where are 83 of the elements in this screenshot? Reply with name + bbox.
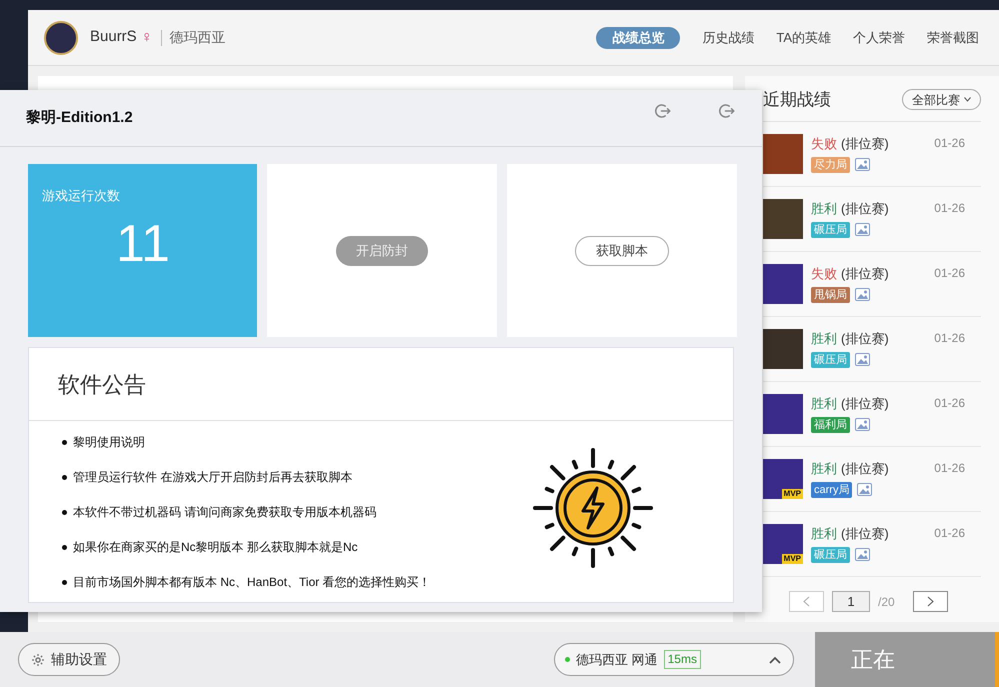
match-date: 01-26 xyxy=(934,460,965,477)
page-number[interactable]: 1 xyxy=(832,591,870,612)
next-page-button[interactable] xyxy=(912,591,948,612)
ping-value: 15ms xyxy=(664,650,701,669)
player-name: BuurrS xyxy=(90,27,137,48)
action-button[interactable]: 获取脚本 xyxy=(575,236,669,266)
gear-icon xyxy=(31,652,45,666)
bullet-icon xyxy=(62,580,67,584)
exit-icon[interactable] xyxy=(718,102,736,120)
image-icon[interactable] xyxy=(855,223,870,236)
nav-tab[interactable]: 个人荣誉 xyxy=(853,28,905,48)
match-result: 失败 xyxy=(811,265,837,283)
notice-item: 如果你在商家买的是Nc黎明版本 那么获取脚本就是Nc xyxy=(73,539,358,556)
hero-portrait xyxy=(763,394,803,434)
prev-page-button[interactable] xyxy=(789,591,824,612)
image-icon[interactable] xyxy=(855,158,870,171)
image-icon[interactable] xyxy=(855,288,870,301)
match-date: 01-26 xyxy=(934,395,965,412)
gender-symbol: ♀ xyxy=(140,28,153,48)
chevron-left-icon xyxy=(803,596,810,607)
settings-button[interactable]: 辅助设置 xyxy=(18,643,120,676)
nav-tab[interactable]: 荣誉截图 xyxy=(927,28,979,48)
match-result: 胜利 xyxy=(811,330,837,348)
match-date: 01-26 xyxy=(934,330,965,347)
hero-portrait xyxy=(763,199,803,239)
recent-title: 近期战绩 xyxy=(763,88,831,111)
match-date: 01-26 xyxy=(934,135,965,152)
notice-item: 黎明使用说明 xyxy=(73,434,145,451)
mvp-badge: MVP xyxy=(782,554,803,564)
hero-portrait xyxy=(763,329,803,369)
match-mode: (排位赛) xyxy=(841,460,889,478)
stat-value: 11 xyxy=(116,218,171,270)
hero-portrait xyxy=(763,264,803,304)
server-status-pill[interactable]: 德玛西亚 网通 15ms xyxy=(554,643,794,676)
nav-tab[interactable]: TA的英雄 xyxy=(776,28,831,48)
match-mode: (排位赛) xyxy=(841,330,889,348)
image-icon[interactable] xyxy=(855,418,870,431)
match-tag: 尽力局 xyxy=(811,156,850,172)
match-mode: (排位赛) xyxy=(841,525,889,543)
match-date: 01-26 xyxy=(934,525,965,542)
chevron-right-icon xyxy=(926,596,934,607)
notice-title: 软件公告 xyxy=(58,370,146,398)
hero-portrait xyxy=(763,134,803,174)
match-result: 胜利 xyxy=(811,525,837,543)
bullet-icon xyxy=(62,474,67,480)
match-tag: 碾压局 xyxy=(811,222,850,238)
caret-icon xyxy=(964,97,971,102)
match-mode: (排位赛) xyxy=(841,135,889,153)
match-mode: (排位赛) xyxy=(841,200,889,218)
match-tag: carry局 xyxy=(811,482,852,498)
match-tag: 福利局 xyxy=(811,416,850,432)
match-mode: (排位赛) xyxy=(841,265,889,283)
mvp-badge: MVP xyxy=(782,489,803,499)
avatar xyxy=(44,20,78,54)
bullet-icon xyxy=(62,544,67,550)
server-name: 德玛西亚 xyxy=(170,28,226,47)
match-tag: 甩锅局 xyxy=(811,286,850,302)
image-icon[interactable] xyxy=(855,548,870,561)
match-date: 01-26 xyxy=(934,200,965,217)
match-result: 失败 xyxy=(811,135,837,153)
image-icon[interactable] xyxy=(855,353,870,366)
notice-item: 目前市场国外脚本都有版本 Nc、HanBot、Tior 看您的选择性购买！ xyxy=(73,574,431,591)
nav-tab[interactable]: 战绩总览 xyxy=(596,26,680,48)
page-total: /20 xyxy=(878,594,895,610)
bullet-icon xyxy=(62,510,67,514)
match-tag: 碾压局 xyxy=(811,352,850,368)
nav-tab[interactable]: 历史战绩 xyxy=(702,28,754,48)
match-tag: 碾压局 xyxy=(811,546,850,562)
image-icon[interactable] xyxy=(857,483,872,496)
bullet-icon xyxy=(62,440,67,444)
chevron-up-icon xyxy=(769,656,781,664)
notice-item: 管理员运行软件 在游戏大厅开启防封后再去获取脚本 xyxy=(73,469,352,486)
filter-dropdown[interactable]: 全部比赛 xyxy=(902,89,981,110)
notice-item: 本软件不带过机器码 请询问商家免费获取专用版本机器码 xyxy=(73,504,376,521)
sun-lightning-icon xyxy=(533,448,653,568)
dialog-title: 黎明-Edition1.2 xyxy=(26,108,133,128)
match-result: 胜利 xyxy=(811,200,837,218)
exit-icon[interactable] xyxy=(654,102,672,120)
match-result: 胜利 xyxy=(811,395,837,413)
match-date: 01-26 xyxy=(934,265,965,282)
stat-label: 游戏运行次数 xyxy=(42,187,121,205)
match-mode: (排位赛) xyxy=(841,395,889,413)
match-result: 胜利 xyxy=(811,460,837,478)
